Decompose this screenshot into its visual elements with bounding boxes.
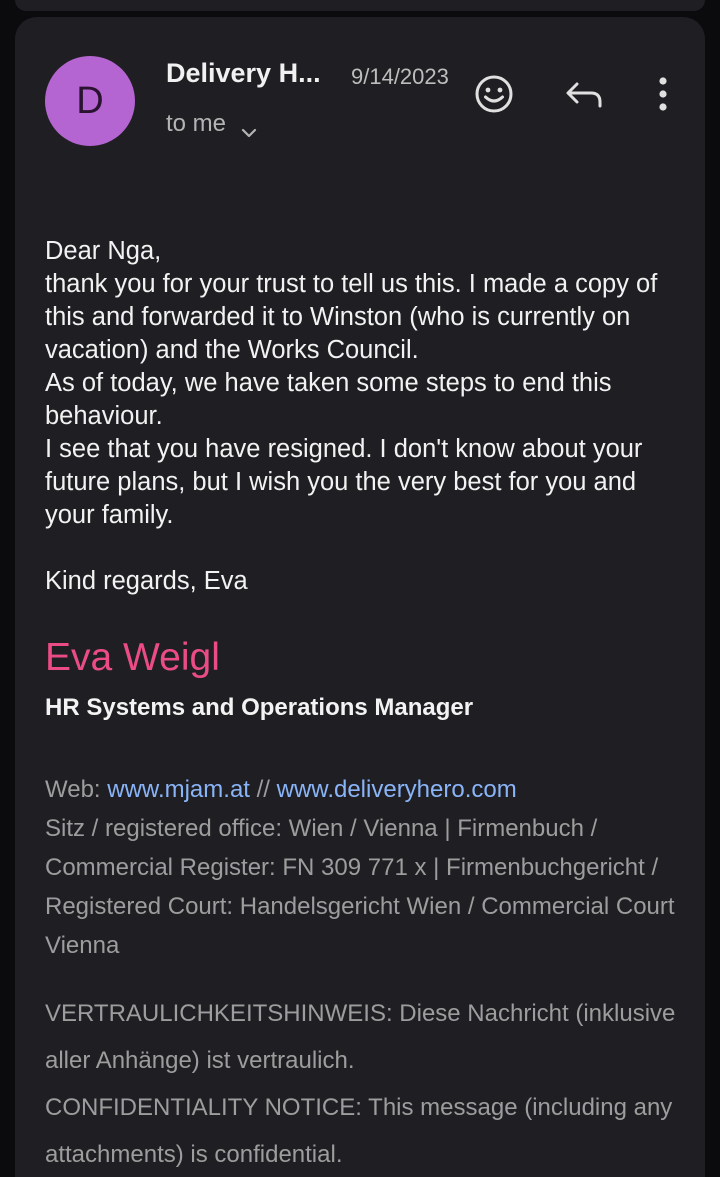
- sender-name[interactable]: Delivery H...: [166, 58, 321, 89]
- message-paragraph: thank you for your trust to tell us this…: [45, 270, 658, 364]
- more-vertical-icon: [659, 77, 667, 111]
- confidentiality-notice: VERTRAULICHKEITSHINWEIS: Diese Nachricht…: [45, 990, 685, 1177]
- deliveryhero-link[interactable]: www.deliveryhero.com: [277, 776, 517, 803]
- link-separator: //: [256, 776, 270, 803]
- mjam-link[interactable]: www.mjam.at: [107, 776, 250, 803]
- signature-title: HR Systems and Operations Manager: [45, 694, 474, 721]
- notice-german: VERTRAULICHKEITSHINWEIS: Diese Nachricht…: [45, 1000, 676, 1074]
- chevron-down-icon[interactable]: [240, 118, 258, 138]
- signature-name: Eva Weigl: [45, 636, 220, 679]
- reply-button[interactable]: [563, 74, 607, 114]
- sender-avatar[interactable]: D: [45, 56, 135, 146]
- registry-info: Sitz / registered office: Wien / Vienna …: [45, 815, 675, 959]
- message-greeting: Dear Nga,: [45, 237, 162, 265]
- add-reaction-button[interactable]: [472, 72, 516, 116]
- previous-message-card: [15, 0, 705, 11]
- notice-english: CONFIDENTIALITY NOTICE: This message (in…: [45, 1094, 673, 1168]
- smiley-icon: [475, 75, 513, 113]
- reply-icon: [566, 82, 602, 108]
- message-date: 9/14/2023: [351, 64, 449, 89]
- more-options-button[interactable]: [648, 72, 678, 116]
- company-info: Web: www.mjam.at // www.deliveryhero.com…: [45, 770, 685, 965]
- recipient-details-toggle[interactable]: to me: [166, 110, 258, 138]
- message-body: Dear Nga, thank you for your trust to te…: [45, 235, 685, 598]
- recipient-label: to me: [166, 110, 227, 137]
- message-closing: Kind regards, Eva: [45, 567, 248, 595]
- web-label: Web:: [45, 776, 101, 803]
- message-paragraph: As of today, we have taken some steps to…: [45, 369, 612, 430]
- message-paragraph: I see that you have resigned. I don't kn…: [45, 435, 643, 529]
